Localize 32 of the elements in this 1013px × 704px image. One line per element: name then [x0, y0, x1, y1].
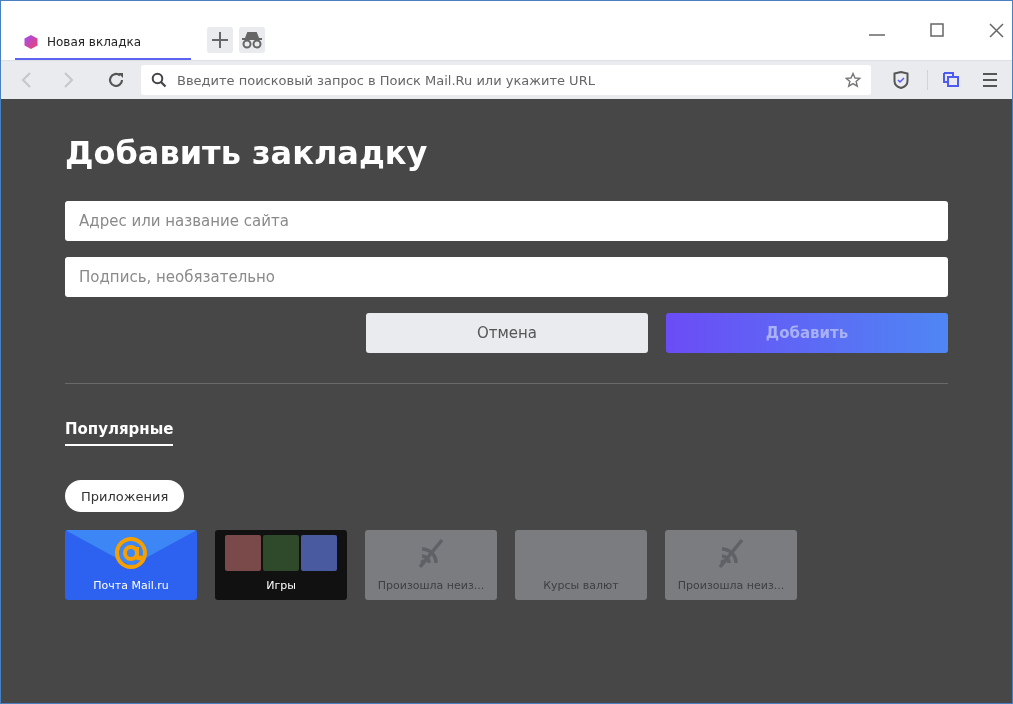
reload-icon[interactable] [107, 71, 125, 89]
game-thumbnail [301, 535, 337, 571]
tile-label: Почта Mail.ru [93, 579, 169, 592]
filter-chip[interactable]: Приложения [65, 480, 185, 512]
cancel-button[interactable]: Отмена [366, 313, 648, 353]
new-tab-button[interactable] [207, 27, 233, 53]
no-signal-icon [716, 537, 746, 569]
game-thumbnail [225, 535, 261, 571]
browser-logo-icon [23, 34, 39, 50]
close-icon[interactable] [989, 23, 1004, 38]
incognito-button[interactable] [239, 27, 265, 53]
at-sign-icon [114, 536, 148, 570]
tile-label: Произошла неиз... [377, 579, 485, 592]
maximize-icon[interactable] [930, 23, 944, 37]
game-thumbnail [263, 535, 299, 571]
search-icon [151, 72, 167, 88]
site-tile[interactable]: Почта Mail.ru [65, 530, 197, 600]
menu-icon[interactable] [982, 72, 998, 88]
section-tab[interactable]: Популярные [65, 420, 174, 446]
star-icon[interactable] [845, 72, 861, 88]
tile-label: Игры [266, 579, 296, 592]
site-tile[interactable]: Игры [215, 530, 347, 600]
tile-label: Произошла неиз... [677, 579, 785, 592]
tab-title: Новая вкладка [47, 35, 142, 49]
windows-icon[interactable] [942, 71, 960, 89]
page-heading: Добавить закладку [65, 133, 429, 174]
shield-icon[interactable] [893, 71, 909, 89]
tile-label: Курсы валют [543, 579, 619, 592]
address-bar[interactable]: Введите поисковый запрос в Поиск Mail.Ru или укажите URL [141, 65, 871, 95]
input-field[interactable]: Подпись, необязательно [65, 257, 948, 297]
input-field[interactable]: Адрес или название сайта [65, 201, 948, 241]
no-signal-icon [416, 537, 446, 569]
